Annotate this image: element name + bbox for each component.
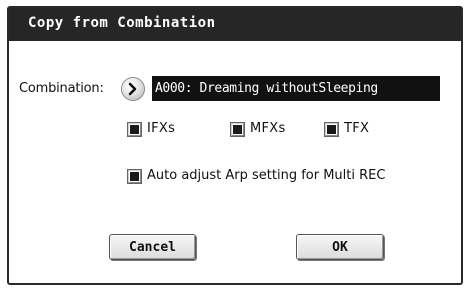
dialog-title-bar: Copy from Combination: [9, 8, 461, 41]
auto-adjust-arp-label: Auto adjust Arp setting for Multi REC: [147, 168, 386, 183]
ifxs-checkbox[interactable]: [127, 122, 142, 137]
combination-value-field[interactable]: A000: Dreaming withoutSleeping: [152, 76, 440, 101]
ok-button[interactable]: OK: [296, 234, 384, 260]
copy-from-combination-dialog: Copy from Combination Combination: A000:…: [7, 6, 463, 285]
checkbox-checked-mark: [327, 125, 336, 134]
tfx-checkbox[interactable]: [324, 122, 339, 137]
checkbox-checked-mark: [233, 125, 242, 134]
dialog-title: Copy from Combination: [28, 15, 216, 31]
combination-select-button[interactable]: [122, 78, 144, 100]
mfxs-label: MFXs: [250, 121, 286, 136]
mfxs-checkbox[interactable]: [230, 122, 245, 137]
ifxs-label: IFXs: [147, 121, 176, 136]
right-arrow-circle-icon: [128, 82, 137, 96]
combination-label: Combination:: [19, 81, 104, 96]
checkbox-checked-mark: [130, 172, 139, 181]
checkbox-checked-mark: [130, 125, 139, 134]
auto-adjust-arp-checkbox[interactable]: [127, 169, 142, 184]
cancel-button[interactable]: Cancel: [109, 234, 196, 260]
tfx-label: TFX: [344, 121, 370, 136]
